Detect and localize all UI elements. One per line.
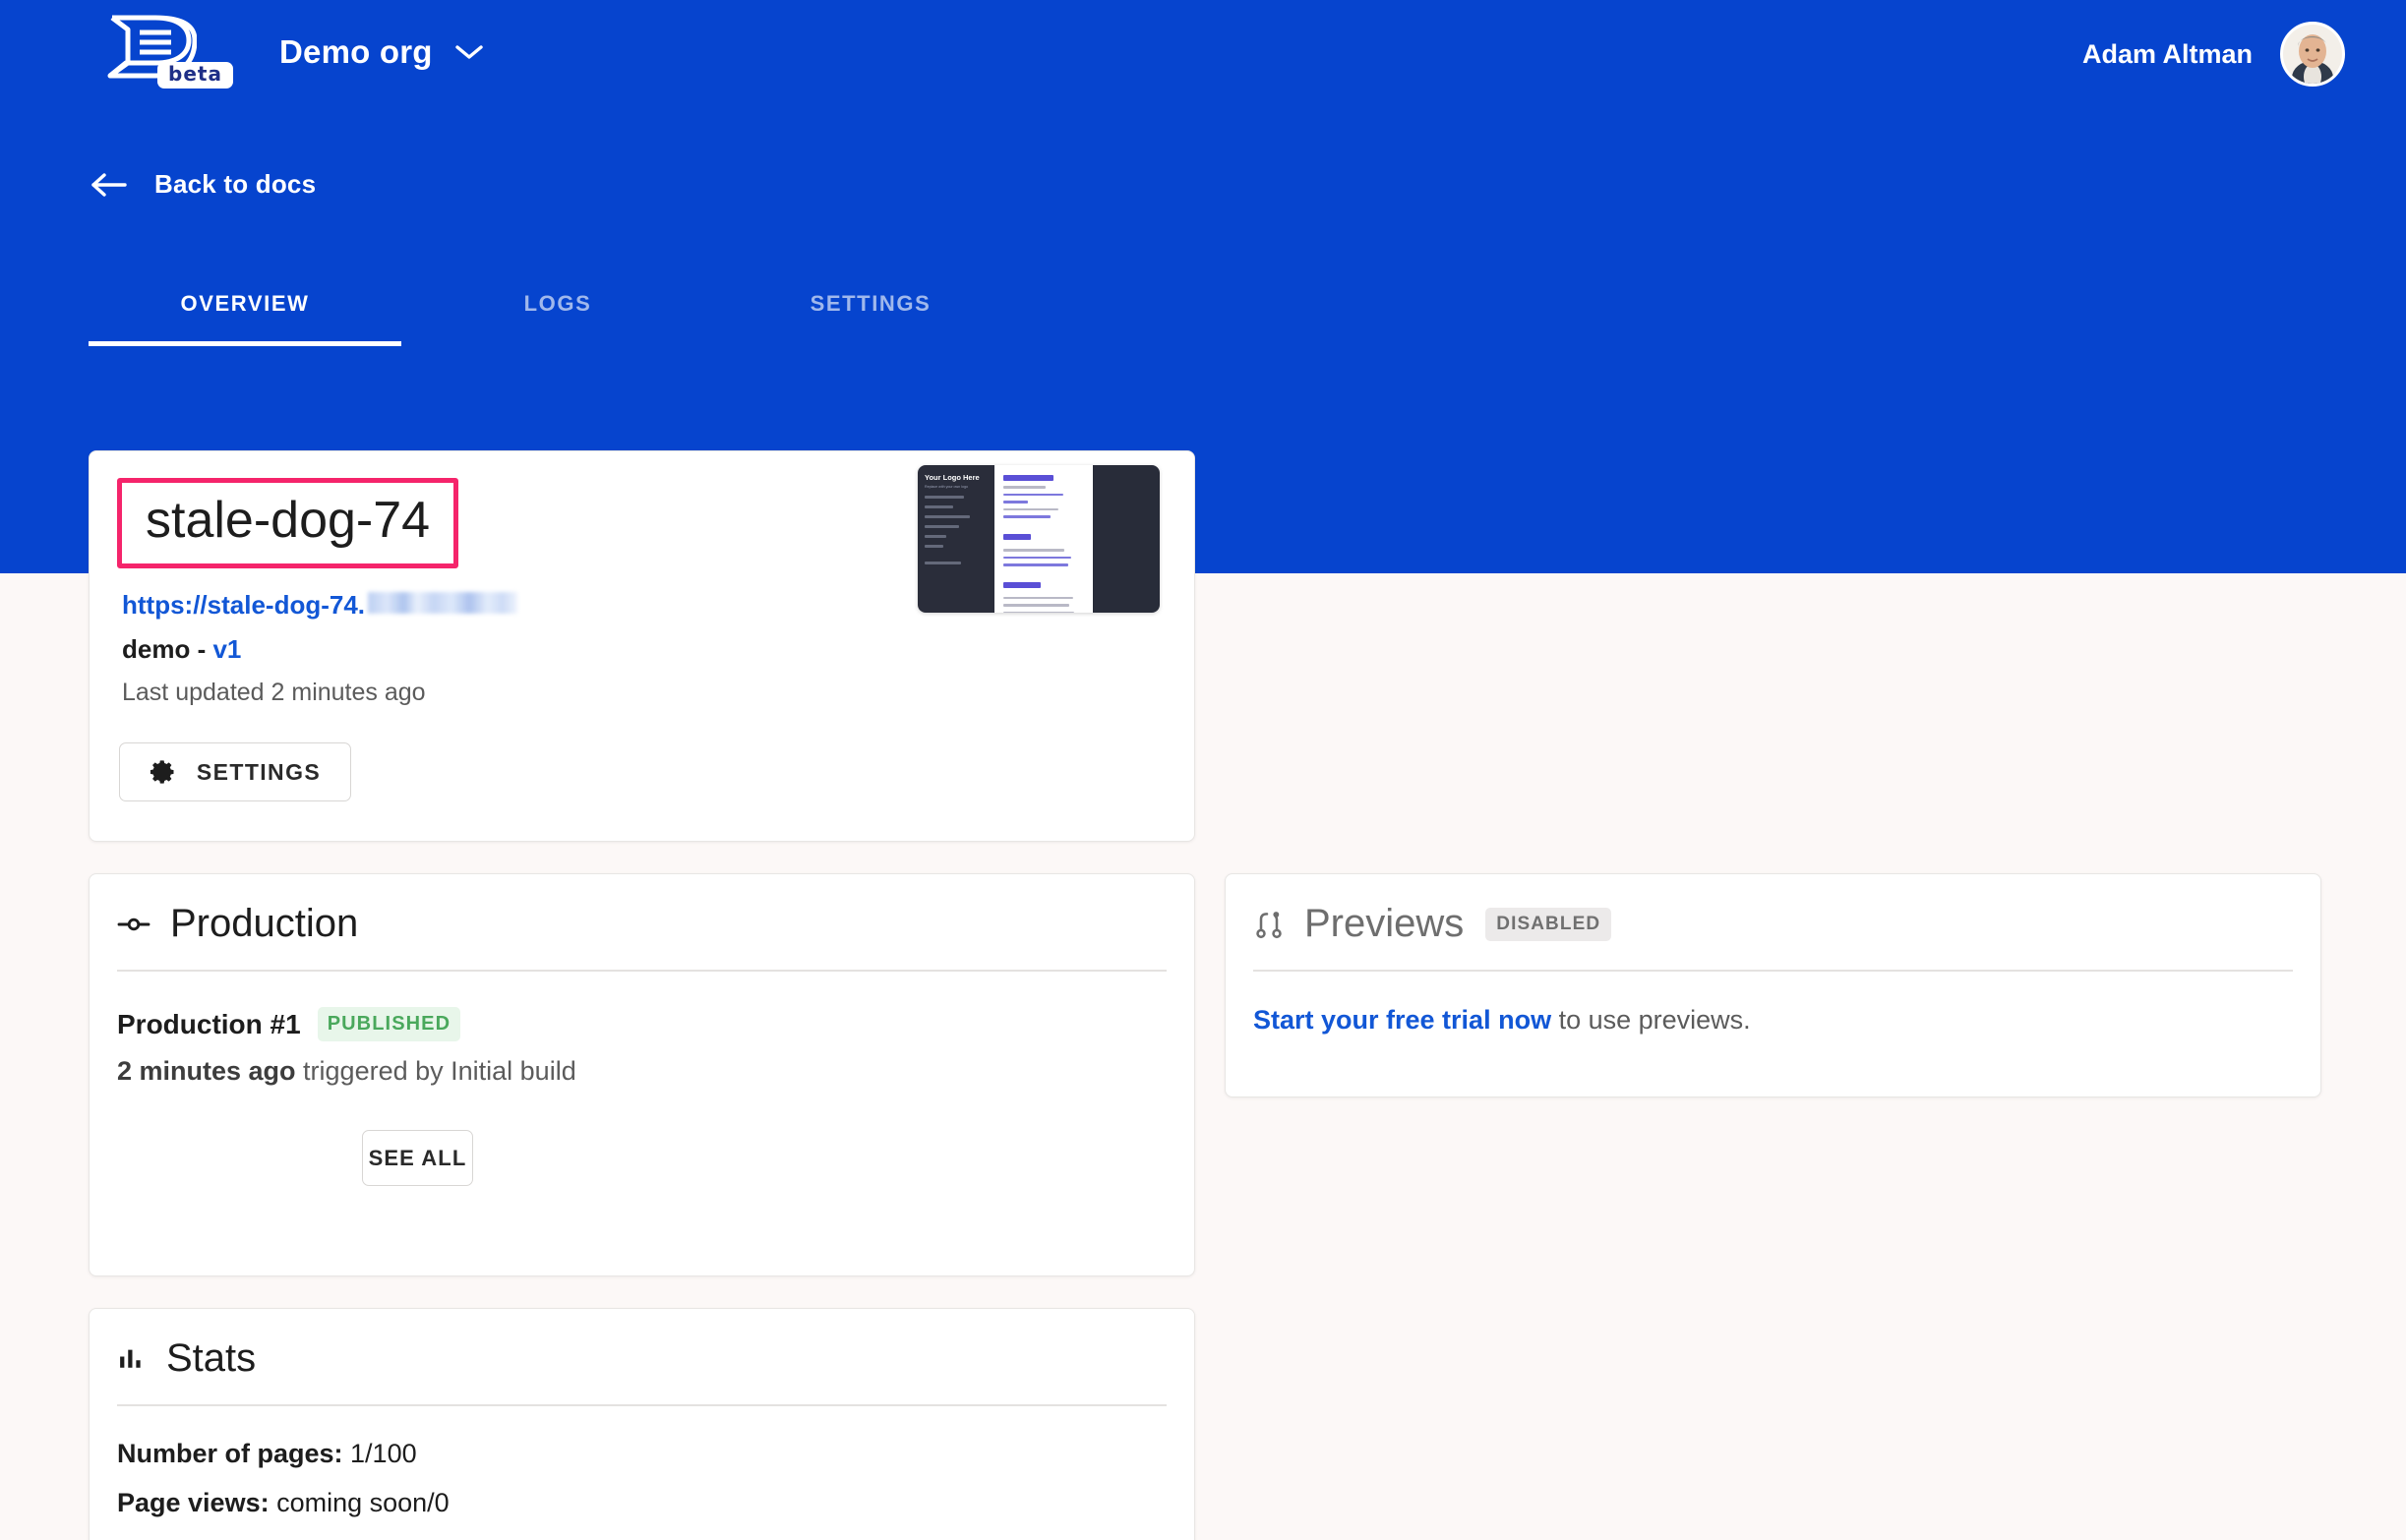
previews-card: Previews DISABLED Start your free trial … <box>1225 873 2321 1097</box>
production-trigger-line: 2 minutes ago triggered by Initial build <box>117 1056 576 1087</box>
site-name-highlight: stale-dog-74 <box>117 478 459 568</box>
thumbnail-sidebar-logo: Your Logo Here <box>925 473 980 482</box>
doc-name: demo <box>122 634 191 664</box>
stat-label: Number of pages: <box>117 1439 343 1468</box>
avatar <box>2280 22 2345 87</box>
thumbnail-body <box>994 465 1093 613</box>
page-title: stale-dog-74 <box>146 492 431 549</box>
thumbnail-sidebar: Your Logo Here Replace with your own log… <box>918 465 994 613</box>
thumbnail-page-title <box>1003 475 1053 481</box>
stat-row: Number of pages: 1/100 <box>117 1439 417 1469</box>
previews-header: Previews DISABLED <box>1253 902 1612 946</box>
status-badge: PUBLISHED <box>317 1007 461 1041</box>
tab-logs[interactable]: LOGS <box>401 273 714 346</box>
user-name: Adam Altman <box>2081 38 2253 69</box>
thumbnail-right-panel <box>1093 465 1160 613</box>
git-branch-icon <box>1256 911 1282 938</box>
avatar-photo <box>2283 25 2342 84</box>
arrow-left-icon <box>91 172 127 197</box>
see-all-button[interactable]: SEE ALL <box>362 1130 473 1186</box>
doc-version-link[interactable]: v1 <box>212 634 241 664</box>
tab-settings[interactable]: SETTINGS <box>714 273 1027 346</box>
org-switcher[interactable]: Demo org <box>279 33 484 71</box>
app-root: beta Demo org Adam Altman Back to docs O… <box>0 0 2406 1540</box>
stat-label: Page views: <box>117 1488 270 1517</box>
top-bar: beta Demo org Adam Altman <box>0 0 2406 103</box>
stats-title: Stats <box>166 1336 257 1380</box>
see-all-button-label: SEE ALL <box>368 1145 467 1170</box>
stats-card: Stats Number of pages: 1/100 Page views:… <box>89 1308 1195 1540</box>
production-deploy-row: Production #1 PUBLISHED <box>117 1007 461 1041</box>
stat-value: 1/100 <box>342 1439 417 1468</box>
org-name: Demo org <box>279 32 433 70</box>
back-to-docs-label: Back to docs <box>154 169 317 199</box>
production-card: Production Production #1 PUBLISHED 2 min… <box>89 873 1195 1276</box>
production-header: Production <box>117 902 358 946</box>
settings-button-label: SETTINGS <box>196 758 322 785</box>
site-url-link[interactable]: https://stale-dog-74. <box>122 590 518 621</box>
last-updated-text: Last updated 2 minutes ago <box>122 679 426 706</box>
tab-settings-label: SETTINGS <box>810 291 932 316</box>
production-deploy-name: Production #1 <box>117 1008 301 1039</box>
tab-overview[interactable]: OVERVIEW <box>89 273 401 346</box>
production-divider <box>117 970 1167 972</box>
previews-cta-rest: to use previews. <box>1551 1005 1751 1035</box>
production-trigger-text: triggered by Initial build <box>295 1056 576 1086</box>
tab-logs-label: LOGS <box>523 291 592 316</box>
site-url-redacted <box>368 592 518 614</box>
beta-badge: beta <box>157 61 233 89</box>
previews-divider <box>1253 970 2293 972</box>
thumbnail-sidebar-sub: Replace with your own logo <box>925 485 968 490</box>
settings-button[interactable]: SETTINGS <box>119 742 351 801</box>
stats-header: Stats <box>117 1336 256 1381</box>
production-time-ago: 2 minutes ago <box>117 1056 296 1086</box>
stat-row: Page views: coming soon/0 <box>117 1488 450 1518</box>
previews-cta: Start your free trial now to use preview… <box>1253 1005 1751 1036</box>
site-url-text: https://stale-dog-74. <box>122 590 366 620</box>
user-menu[interactable]: Adam Altman <box>2082 22 2345 87</box>
gear-icon <box>150 760 174 784</box>
bar-chart-icon <box>120 1349 141 1368</box>
doc-separator: - <box>190 634 213 664</box>
previews-title: Previews <box>1304 902 1465 945</box>
back-to-docs-link[interactable]: Back to docs <box>90 169 316 200</box>
chevron-down-icon <box>454 44 483 59</box>
previews-status-badge: DISABLED <box>1485 907 1612 941</box>
doc-version-line: demo - v1 <box>122 634 241 665</box>
tab-bar: OVERVIEW LOGS SETTINGS <box>89 273 1027 346</box>
tab-overview-label: OVERVIEW <box>180 291 310 316</box>
git-commit-icon <box>117 918 150 930</box>
stats-divider <box>117 1404 1167 1406</box>
bump-logo-icon[interactable]: beta <box>106 15 233 89</box>
production-title: Production <box>170 902 359 945</box>
stat-value: coming soon/0 <box>269 1488 450 1517</box>
doc-preview-thumbnail[interactable]: Your Logo Here Replace with your own log… <box>918 465 1160 613</box>
thumbnail-inner: Your Logo Here Replace with your own log… <box>918 465 1160 613</box>
free-trial-link[interactable]: Start your free trial now <box>1253 1005 1551 1035</box>
